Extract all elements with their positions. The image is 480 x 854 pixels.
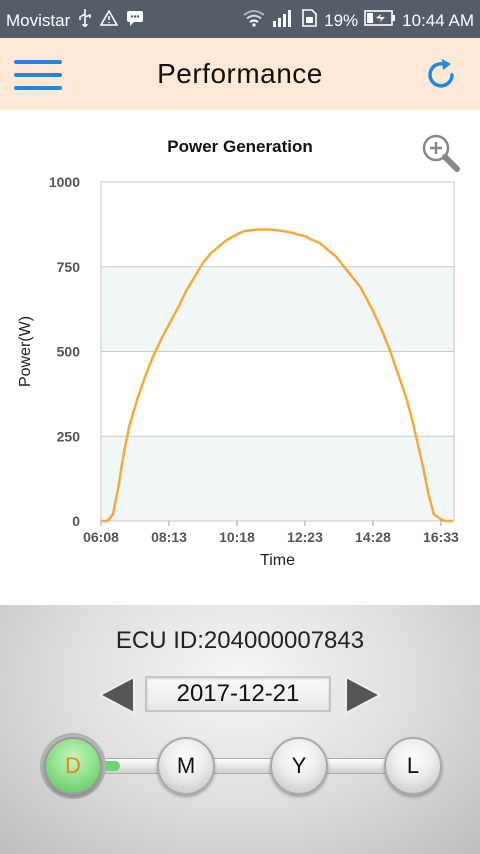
power-chart: 0 250 500 750 1000 06:08 08:13 10:18 12:23 14:28 1…: [17, 174, 459, 569]
ecu-id-value: 204000007843: [203, 627, 365, 654]
chart-panel: Power Generation 0 250 500 750 1000 06:08 08:1…: [0, 110, 480, 605]
signal-icon: [272, 9, 294, 32]
wifi-icon: [242, 9, 266, 32]
x-tick-label: 10:18: [219, 529, 255, 545]
carrier-label: Movistar: [6, 10, 71, 30]
usb-icon: [78, 9, 92, 32]
period-month-button[interactable]: M: [157, 737, 215, 795]
battery-icon: [364, 9, 396, 32]
date-selector: 2017-12-21: [0, 673, 480, 717]
y-tick-label: 500: [57, 344, 81, 360]
y-tick-label: 250: [57, 428, 81, 444]
period-slider-track: [70, 758, 417, 774]
x-axis-label: Time: [260, 552, 295, 569]
period-day-button[interactable]: D: [44, 737, 102, 795]
ecu-id-label: ECU ID:: [115, 627, 204, 654]
clock-label: 10:44 AM: [402, 10, 474, 30]
page-title: Performance: [157, 58, 323, 89]
x-tick-label: 14:28: [355, 529, 391, 545]
status-bar: Movistar 19% 10:44 AM: [0, 0, 480, 38]
status-left: Movistar: [6, 9, 144, 32]
y-tick-label: 1000: [49, 174, 80, 190]
refresh-button[interactable]: [422, 56, 460, 94]
arrow-right-icon: [345, 675, 383, 715]
control-panel: ECU ID:204000007843 2017-12-21 D M Y L: [0, 605, 480, 854]
y-axis-label: Power(W): [17, 316, 34, 387]
status-right: 19% 10:44 AM: [242, 9, 474, 32]
x-tick-label: 06:08: [83, 529, 119, 545]
warning-icon: [99, 9, 119, 31]
battery-percent: 19%: [324, 10, 359, 30]
refresh-icon: [428, 59, 454, 88]
y-tick-label: 0: [72, 513, 80, 529]
x-tick-label: 12:23: [287, 529, 323, 545]
grid-band: [101, 266, 454, 352]
grid-band: [101, 182, 454, 267]
grid-band: [101, 351, 454, 437]
x-tick-label: 16:33: [423, 529, 459, 545]
period-year-button[interactable]: Y: [270, 737, 328, 795]
y-tick-label: 750: [57, 259, 81, 275]
x-tick-label: 08:13: [151, 529, 187, 545]
arrow-left-icon: [97, 675, 135, 715]
period-lifetime-button[interactable]: L: [384, 737, 442, 795]
sim-icon: [300, 9, 318, 32]
grid-band: [101, 436, 454, 521]
message-icon: [126, 10, 144, 31]
next-date-button[interactable]: [340, 673, 384, 717]
ecu-id-row: ECU ID:204000007843: [0, 627, 480, 655]
app-bar: Performance: [0, 38, 480, 110]
prev-date-button[interactable]: [96, 673, 140, 717]
date-display[interactable]: 2017-12-21: [145, 676, 331, 712]
